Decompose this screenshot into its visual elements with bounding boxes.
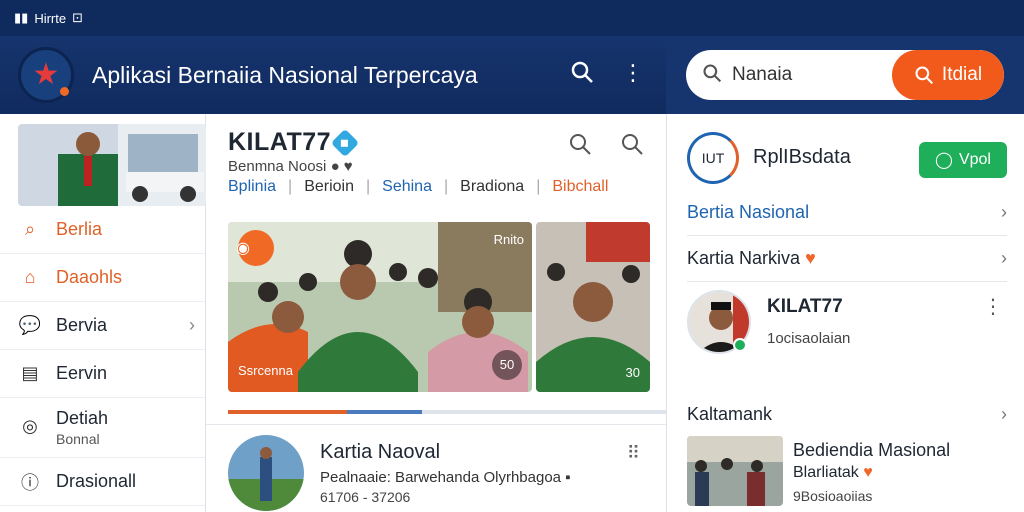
search-input[interactable]: Nanaia Itdial <box>686 50 1004 100</box>
progress-segment-next <box>346 410 422 414</box>
search-icon[interactable] <box>568 132 592 162</box>
search-icon[interactable] <box>570 60 594 90</box>
news-meta: 9Bosioaoiias <box>793 488 873 504</box>
sidebar-item-drasionall[interactable]: ⓘ Drasionall <box>0 458 205 506</box>
tab-sehina[interactable]: Sehina <box>382 178 432 196</box>
heart-icon: ♥ <box>805 248 816 268</box>
carousel-progress <box>228 410 668 414</box>
verify-button[interactable]: ◯ Vpol <box>919 142 1007 178</box>
tab-bibchall[interactable]: Bibchall <box>552 178 608 196</box>
brand-title: KILAT77 ◆ <box>228 128 360 158</box>
search-icon: ⌕ <box>24 219 36 239</box>
status-bar: ▮▮ Hirrte ⊡ ʙ 📶 ▁▃▅ ▭ 22 <box>0 0 1024 512</box>
sidebar-item-daaohls[interactable]: ⌂ Daaohls <box>0 254 205 302</box>
more-vert-icon[interactable]: ⋮ <box>622 60 644 90</box>
signal-icon: ▮▮ <box>14 10 29 25</box>
more-grid-icon[interactable]: ⠿ <box>627 443 642 464</box>
search-icon[interactable] <box>620 132 644 162</box>
diamond-icon: ◆ <box>330 128 360 158</box>
sidebar-item-label: Berlia <box>56 219 103 239</box>
chevron-right-icon: › <box>1001 404 1007 424</box>
search-value: Nanaia <box>732 64 793 85</box>
progress-segment-active <box>228 410 347 414</box>
media-tag: Rnito <box>493 232 524 247</box>
status-left-text: Hirrte <box>34 10 67 26</box>
compass-icon: ◎ <box>22 416 38 436</box>
tab-bar: Bplinia | Berioin | Sehina | Bradiona | Bibc… <box>228 178 609 196</box>
news-card[interactable]: Kartia Naoval Pealnaaie: Barwehanda Olyr… <box>206 424 666 512</box>
bookmark-icon: ▪ <box>565 469 571 486</box>
chevron-right-icon: › <box>1001 202 1007 222</box>
tab-berioin[interactable]: Berioin <box>304 178 354 196</box>
right-row-kartia[interactable]: Kartia Narkiva ♥ › <box>687 248 1007 282</box>
shield-icon: ● <box>330 158 340 175</box>
more-vert-icon[interactable]: ⋮ <box>983 297 1003 317</box>
search-button[interactable]: Itdial <box>892 50 1004 100</box>
right-panel: IUT RplIBsdata ◯ Vpol Bertia Nasional › K… <box>666 114 1024 512</box>
sidebar-item-bervia[interactable]: 💬 Bervia › <box>0 302 205 350</box>
sidebar-item-berlia[interactable]: ⌕ Berlia <box>0 206 205 254</box>
document-icon: ▤ <box>21 363 39 383</box>
search-icon <box>702 63 722 88</box>
news-card-subtitle: Pealnaaie: Barwehanda Olyrhbagoa ▪ <box>320 469 571 486</box>
right-row-bertia[interactable]: Bertia Nasional › <box>687 202 1007 236</box>
chat-icon: ◯ <box>935 152 953 169</box>
sidebar-item-label: Bervia <box>56 315 108 335</box>
chevron-right-icon: › <box>189 315 195 335</box>
brand-subtitle: Benmna Noosi ● ♥ <box>228 158 353 175</box>
online-indicator <box>733 338 747 352</box>
news-card-thumbnail <box>228 435 304 511</box>
media-photo-main[interactable]: ◉ Rnito Ssrcenna 50 <box>228 222 532 392</box>
publisher-title: RplIBsdata <box>753 146 851 168</box>
news-subtitle: Blarliatak ♥ <box>793 464 873 481</box>
camera-icon: ◉ <box>236 240 250 257</box>
star-icon: ★ <box>32 58 60 91</box>
heart-icon: ♥ <box>343 158 353 175</box>
media-photo-side[interactable]: 30 <box>536 222 650 392</box>
sidebar-item-detiah[interactable]: ◎ Detiah Bonnal <box>0 398 205 458</box>
profile-sub: 1ocisaolaian <box>767 330 851 347</box>
app-title: Aplikasi Bernaiia Nasional Terpercaya <box>92 61 478 88</box>
sidebar-item-label: Drasionall <box>56 471 137 491</box>
media-count: 30 <box>625 365 640 380</box>
media-gallery: ◉ Rnito Ssrcenna 50 30 <box>228 222 650 392</box>
news-item[interactable]: Bediendia Masional Blarliatak ♥ 9Bosioao… <box>687 436 1007 506</box>
verify-button-label: Vpol <box>958 151 991 168</box>
app-bar: ★ Aplikasi Bernaiia Nasional Terpercaya … <box>0 36 666 114</box>
app-logo: ★ <box>18 47 74 103</box>
chat-icon: 💬 <box>18 315 42 335</box>
home-icon: ⌂ <box>24 267 36 287</box>
tab-bradiona[interactable]: Bradiona <box>460 178 524 196</box>
main-content: KILAT77 ◆ Benmna Noosi ● ♥ Bplinia | Berio… <box>206 114 668 512</box>
sidebar-item-label: Detiah <box>56 408 109 428</box>
profile-card[interactable]: KILAT77 1ocisaolaian ⋮ <box>687 290 1007 358</box>
search-icon <box>915 66 933 85</box>
sidebar-item-eervin[interactable]: ▤ Eervin <box>0 350 205 398</box>
screen-icon: ⊡ <box>72 10 83 25</box>
search-bar: Nanaia Itdial <box>666 36 1024 114</box>
media-count: 50 <box>492 350 522 380</box>
sidebar-item-label: Daaohls <box>56 267 123 287</box>
info-icon: ⓘ <box>21 472 39 493</box>
sidebar: ⌕ Berlia ⌂ Daaohls 💬 Bervia › ▤ Eervin ◎… <box>0 114 206 512</box>
publisher-logo: IUT <box>687 132 739 184</box>
search-button-label: Itdial <box>941 64 983 85</box>
news-card-meta: 61706 - 37206 <box>320 489 411 505</box>
chevron-right-icon: › <box>1001 248 1007 268</box>
media-caption: Ssrcenna <box>238 363 293 378</box>
news-card-title: Kartia Naoval <box>320 441 441 463</box>
sidebar-item-sub: Bonnal <box>56 431 100 447</box>
news-thumbnail <box>687 436 783 506</box>
news-title: Bediendia Masional <box>793 440 951 460</box>
sidebar-photo <box>18 124 206 206</box>
profile-name: KILAT77 <box>767 296 843 317</box>
heart-icon: ♥ <box>863 464 873 481</box>
tab-bplinia[interactable]: Bplinia <box>228 178 276 196</box>
sidebar-item-label: Eervin <box>56 363 108 383</box>
section-kaltamank[interactable]: Kaltamank › <box>687 404 1007 425</box>
